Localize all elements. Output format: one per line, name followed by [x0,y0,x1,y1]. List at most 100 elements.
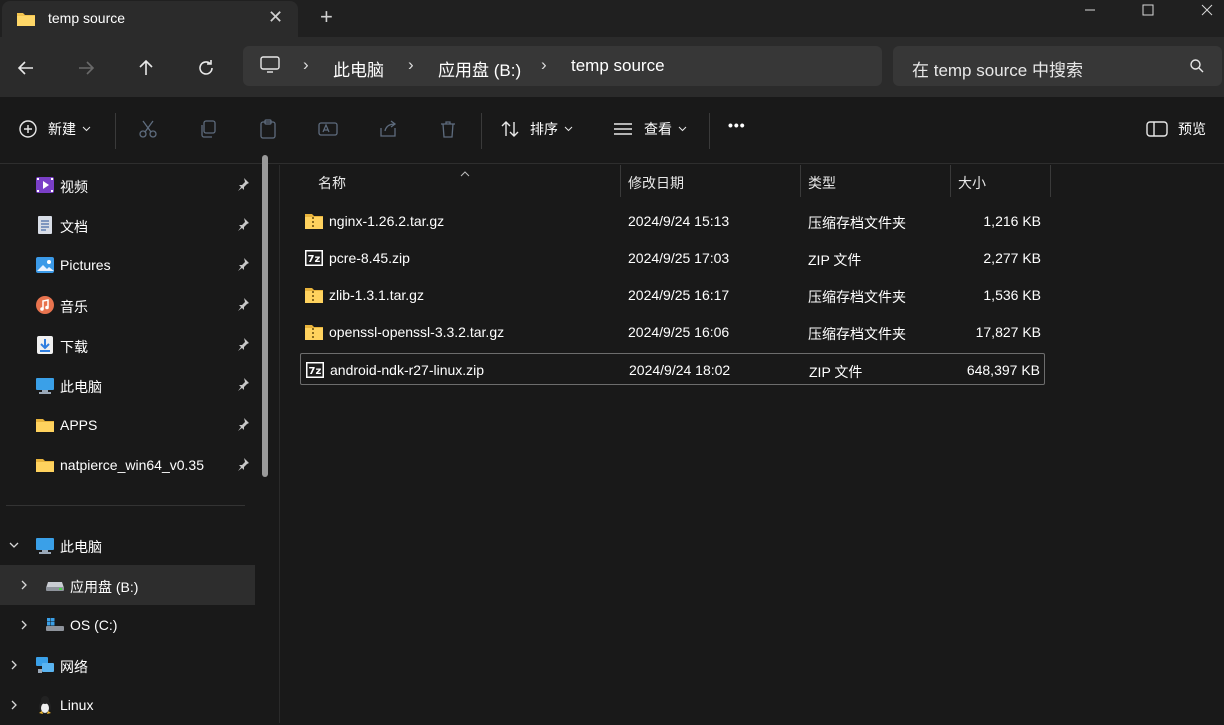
sidebar-scrollbar[interactable] [262,155,268,477]
tab-temp-source[interactable]: temp source ✕ [2,1,298,37]
trash-icon [441,121,455,138]
column-header-date[interactable]: 修改日期 [620,165,800,197]
table-row[interactable]: nginx-1.26.2.tar.gz 2024/9/24 15:13 压缩存档… [300,205,1045,237]
table-row[interactable]: 7z android-ndk-r27-linux.zip 2024/9/24 1… [300,353,1045,385]
scissors-icon [139,120,157,138]
computer-icon [35,535,55,555]
delete-button[interactable] [438,119,468,139]
navigation-pane: 视频 文档 Pictures 音乐 下载 此电脑 APPS natpierce_… [0,165,272,723]
sidebar-item-natpierce[interactable]: natpierce_win64_v0.35 [0,445,255,485]
pin-icon[interactable] [236,337,250,354]
sort-label: 排序 [530,121,558,137]
chevron-right-icon[interactable] [9,657,19,673]
view-button[interactable]: 查看 [612,119,687,139]
table-row[interactable]: openssl-openssl-3.3.2.tar.gz 2024/9/25 1… [300,316,1045,348]
column-header-name[interactable]: 名称 [310,165,620,197]
sidebar-item-apps[interactable]: APPS [0,405,255,445]
svg-text:7z: 7z [308,254,321,265]
new-label: 新建 [48,121,76,137]
more-options-button[interactable]: ••• [728,117,746,133]
pin-icon[interactable] [236,257,250,274]
pin-icon[interactable] [236,377,250,394]
tree-item-drive-b[interactable]: 应用盘 (B:) [0,565,255,605]
music-icon [35,295,55,315]
navigation-bar: › 此电脑 › 应用盘 (B:) › temp source 在 temp so… [0,37,1224,97]
close-tab-icon[interactable]: ✕ [268,7,283,28]
view-list-icon [614,123,632,135]
sidebar-item-documents[interactable]: 文档 [0,205,255,245]
copy-icon [201,120,216,138]
pin-icon[interactable] [236,417,250,434]
chevron-down-icon[interactable] [9,537,19,553]
minimize-icon[interactable] [1067,0,1113,20]
close-window-icon[interactable] [1184,0,1224,20]
breadcrumb-separator: › [303,55,309,74]
7zip-icon: 7z [304,249,324,270]
share-button[interactable] [378,119,408,139]
computer-icon [35,375,55,395]
cut-button[interactable] [138,119,168,139]
preview-label: 预览 [1178,121,1206,137]
sidebar-item-videos[interactable]: 视频 [0,165,255,205]
table-row[interactable]: zlib-1.3.1.tar.gz 2024/9/25 16:17 压缩存档文件… [300,279,1045,311]
tree-item-linux[interactable]: Linux [0,685,255,725]
chevron-down-icon [564,126,573,132]
chevron-right-icon[interactable] [19,577,29,593]
view-label: 查看 [644,121,672,137]
sidebar-item-this-pc[interactable]: 此电脑 [0,365,255,405]
drive-icon [45,575,65,595]
search-icon[interactable] [1189,58,1205,79]
breadcrumb-temp-source[interactable]: temp source [571,56,665,76]
up-arrow-icon[interactable] [134,56,158,80]
table-row[interactable]: 7z pcre-8.45.zip 2024/9/25 17:03 ZIP 文件 … [300,242,1045,274]
breadcrumb-separator: › [408,55,414,74]
rename-button[interactable] [318,119,348,139]
column-header-type[interactable]: 类型 [800,165,950,197]
pin-icon[interactable] [236,177,250,194]
chevron-down-icon [82,126,91,132]
tree-item-drive-c[interactable]: OS (C:) [0,605,255,645]
refresh-icon[interactable] [194,56,218,80]
windows-drive-icon [45,615,65,635]
breadcrumb-this-pc[interactable]: 此电脑 [333,56,384,81]
sidebar-item-downloads[interactable]: 下载 [0,325,255,365]
network-icon [35,655,55,675]
preview-button[interactable]: 预览 [1146,119,1206,139]
breadcrumb-drive-b[interactable]: 应用盘 (B:) [438,56,521,81]
pin-icon[interactable] [236,217,250,234]
zip-folder-icon [304,212,324,233]
document-icon [35,215,55,235]
paste-button[interactable] [258,119,288,139]
tree-item-this-pc[interactable]: 此电脑 [0,525,255,565]
chevron-right-icon[interactable] [9,697,19,713]
tree-item-network[interactable]: 网络 [0,645,255,685]
sidebar-divider [6,505,245,506]
pin-icon[interactable] [236,457,250,474]
forward-arrow-icon[interactable] [74,56,98,80]
clipboard-icon [260,119,276,139]
sidebar-item-pictures[interactable]: Pictures [0,245,255,285]
sort-icon [501,121,519,137]
search-box[interactable]: 在 temp source 中搜索 [893,46,1222,86]
chevron-right-icon[interactable] [19,617,29,633]
address-bar[interactable]: › 此电脑 › 应用盘 (B:) › temp source [243,46,882,86]
video-icon [35,175,55,195]
file-list: 名称 修改日期 类型 大小 nginx-1.26.2.tar.gz 2024/9… [280,165,1224,723]
download-icon [35,335,55,355]
folder-icon [35,415,55,435]
tab-title: temp source [48,10,126,26]
copy-button[interactable] [198,119,228,139]
sort-button[interactable]: 排序 [500,119,573,139]
sidebar-item-music[interactable]: 音乐 [0,285,255,325]
title-bar: temp source ✕ + [0,0,1224,37]
zip-folder-icon [304,323,324,344]
pin-icon[interactable] [236,297,250,314]
column-header-size[interactable]: 大小 [950,165,1050,197]
preview-pane-icon [1146,121,1168,137]
chevron-down-icon [678,126,687,132]
maximize-icon[interactable] [1125,0,1171,20]
back-arrow-icon[interactable] [14,56,38,80]
new-button[interactable]: 新建 [18,119,91,139]
new-tab-button[interactable]: + [320,4,333,30]
share-icon [380,120,397,137]
